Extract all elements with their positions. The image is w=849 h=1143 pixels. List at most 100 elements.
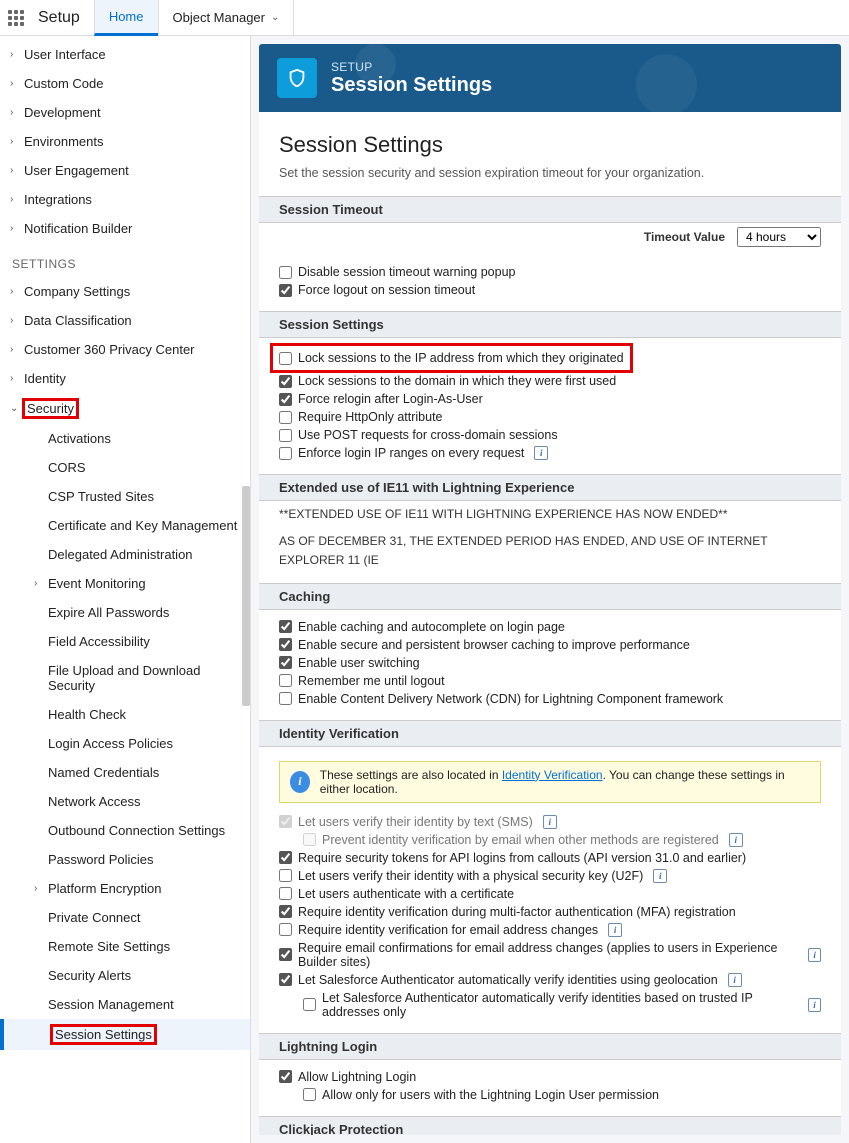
checkbox[interactable] bbox=[279, 905, 292, 918]
section-header-identity: Identity Verification bbox=[259, 721, 841, 747]
info-icon[interactable]: i bbox=[808, 948, 821, 962]
checkbox[interactable] bbox=[279, 948, 292, 961]
sidebar-item[interactable]: ›Company Settings bbox=[0, 277, 250, 306]
checkbox-row: Require security tokens for API logins f… bbox=[279, 849, 821, 867]
sidebar-item[interactable]: Named Credentials bbox=[0, 758, 250, 787]
checkbox[interactable] bbox=[279, 352, 292, 365]
info-icon[interactable]: i bbox=[653, 869, 667, 883]
sidebar-item[interactable]: ›Custom Code bbox=[0, 69, 250, 98]
checkbox[interactable] bbox=[279, 284, 292, 297]
sidebar-item[interactable]: CSP Trusted Sites bbox=[0, 482, 250, 511]
sidebar-item-label: Outbound Connection Settings bbox=[48, 823, 242, 838]
checkbox[interactable] bbox=[279, 393, 292, 406]
checkbox-row: Require identity verification for email … bbox=[279, 921, 821, 939]
checkbox[interactable] bbox=[279, 692, 292, 705]
checkbox-label: Let users authenticate with a certificat… bbox=[298, 887, 514, 901]
sidebar-item[interactable]: Remote Site Settings bbox=[0, 932, 250, 961]
sidebar-item[interactable]: Session Management bbox=[0, 990, 250, 1019]
sidebar-item[interactable]: ›Notification Builder bbox=[0, 214, 250, 243]
checkbox-row: Let Salesforce Authenticator automatical… bbox=[279, 989, 821, 1021]
checkbox-label: Require HttpOnly attribute bbox=[298, 410, 443, 424]
ie11-note-2: AS OF DECEMBER 31, THE EXTENDED PERIOD H… bbox=[259, 528, 841, 582]
info-icon[interactable]: i bbox=[808, 998, 821, 1012]
sidebar-item[interactable]: Health Check bbox=[0, 700, 250, 729]
sidebar-item-label: Development bbox=[24, 105, 242, 120]
sidebar-item[interactable]: CORS bbox=[0, 453, 250, 482]
sidebar-item[interactable]: Login Access Policies bbox=[0, 729, 250, 758]
sidebar-item[interactable]: Certificate and Key Management bbox=[0, 511, 250, 540]
checkbox[interactable] bbox=[279, 887, 292, 900]
tab-object-manager[interactable]: Object Manager ⌄ bbox=[158, 0, 295, 36]
info-icon[interactable]: i bbox=[728, 973, 742, 987]
identity-verification-link[interactable]: Identity Verification bbox=[502, 768, 603, 782]
checkbox[interactable] bbox=[279, 638, 292, 651]
info-icon[interactable]: i bbox=[534, 446, 548, 460]
chevron-right-icon: › bbox=[10, 194, 24, 205]
sidebar-item[interactable]: ›Platform Encryption bbox=[0, 874, 250, 903]
sidebar-item[interactable]: ›Environments bbox=[0, 127, 250, 156]
timeout-label: Timeout Value bbox=[644, 230, 725, 244]
sidebar-item-label: Password Policies bbox=[48, 852, 242, 867]
sidebar-item-label: Expire All Passwords bbox=[48, 605, 242, 620]
checkbox[interactable] bbox=[279, 923, 292, 936]
app-launcher-icon[interactable] bbox=[0, 0, 32, 36]
sidebar-item[interactable]: ›User Interface bbox=[0, 40, 250, 69]
sidebar-item[interactable]: ›Event Monitoring bbox=[0, 569, 250, 598]
sidebar-item[interactable]: ›Identity bbox=[0, 364, 250, 393]
checkbox-label: Require security tokens for API logins f… bbox=[298, 851, 746, 865]
sidebar-item[interactable]: Security Alerts bbox=[0, 961, 250, 990]
sidebar-item[interactable]: ›Customer 360 Privacy Center bbox=[0, 335, 250, 364]
info-icon[interactable]: i bbox=[608, 923, 622, 937]
sidebar-item[interactable]: Session Settings bbox=[0, 1019, 250, 1050]
checkbox-label: Require email confirmations for email ad… bbox=[298, 941, 798, 969]
checkbox[interactable] bbox=[279, 266, 292, 279]
sidebar-item[interactable]: Field Accessibility bbox=[0, 627, 250, 656]
checkbox[interactable] bbox=[279, 1070, 292, 1083]
sidebar-item-label: Remote Site Settings bbox=[48, 939, 242, 954]
sidebar-item[interactable]: ›Integrations bbox=[0, 185, 250, 214]
checkbox[interactable] bbox=[279, 973, 292, 986]
chevron-down-icon: ⌄ bbox=[271, 12, 279, 23]
checkbox[interactable] bbox=[279, 674, 292, 687]
checkbox[interactable] bbox=[279, 411, 292, 424]
checkbox[interactable] bbox=[279, 869, 292, 882]
sidebar-item[interactable]: Outbound Connection Settings bbox=[0, 816, 250, 845]
checkbox[interactable] bbox=[279, 656, 292, 669]
sidebar-item-label: Environments bbox=[24, 134, 242, 149]
sidebar-item[interactable]: Delegated Administration bbox=[0, 540, 250, 569]
checkbox[interactable] bbox=[279, 620, 292, 633]
sidebar-item-label: Custom Code bbox=[24, 76, 242, 91]
checkbox[interactable] bbox=[279, 447, 292, 460]
scrollbar-thumb[interactable] bbox=[242, 486, 250, 706]
checkbox[interactable] bbox=[279, 375, 292, 388]
checkbox[interactable] bbox=[303, 1088, 316, 1101]
sidebar-item[interactable]: Network Access bbox=[0, 787, 250, 816]
checkbox[interactable] bbox=[303, 998, 316, 1011]
sidebar-item-label: Activations bbox=[48, 431, 242, 446]
timeout-select[interactable]: 4 hours bbox=[737, 227, 821, 247]
sidebar-item[interactable]: ›User Engagement bbox=[0, 156, 250, 185]
checkbox-label: Enable caching and autocomplete on login… bbox=[298, 620, 565, 634]
checkbox-row: Let users verify their identity with a p… bbox=[279, 867, 821, 885]
sidebar-item[interactable]: File Upload and Download Security bbox=[0, 656, 250, 700]
sidebar-item-label: Session Management bbox=[48, 997, 242, 1012]
sidebar-item-security[interactable]: ⌄ Security bbox=[0, 393, 250, 424]
chevron-right-icon: › bbox=[10, 315, 24, 326]
checkbox[interactable] bbox=[279, 851, 292, 864]
sidebar-item[interactable]: ›Data Classification bbox=[0, 306, 250, 335]
checkbox[interactable] bbox=[279, 429, 292, 442]
info-icon[interactable]: i bbox=[543, 815, 557, 829]
sidebar-item[interactable]: Password Policies bbox=[0, 845, 250, 874]
sidebar-item-label: User Engagement bbox=[24, 163, 242, 178]
sidebar-item-label: User Interface bbox=[24, 47, 242, 62]
sidebar-item[interactable]: ›Development bbox=[0, 98, 250, 127]
info-icon[interactable]: i bbox=[729, 833, 743, 847]
sidebar-item-label: File Upload and Download Security bbox=[48, 663, 242, 693]
sidebar-item[interactable]: Private Connect bbox=[0, 903, 250, 932]
tab-home[interactable]: Home bbox=[94, 0, 158, 36]
sidebar-item[interactable]: Expire All Passwords bbox=[0, 598, 250, 627]
sidebar-item[interactable]: Activations bbox=[0, 424, 250, 453]
checkbox-label: Force relogin after Login-As-User bbox=[298, 392, 483, 406]
ie11-note-1: **EXTENDED USE OF IE11 WITH LIGHTNING EX… bbox=[259, 501, 841, 528]
checkbox-label: Let Salesforce Authenticator automatical… bbox=[298, 973, 718, 987]
